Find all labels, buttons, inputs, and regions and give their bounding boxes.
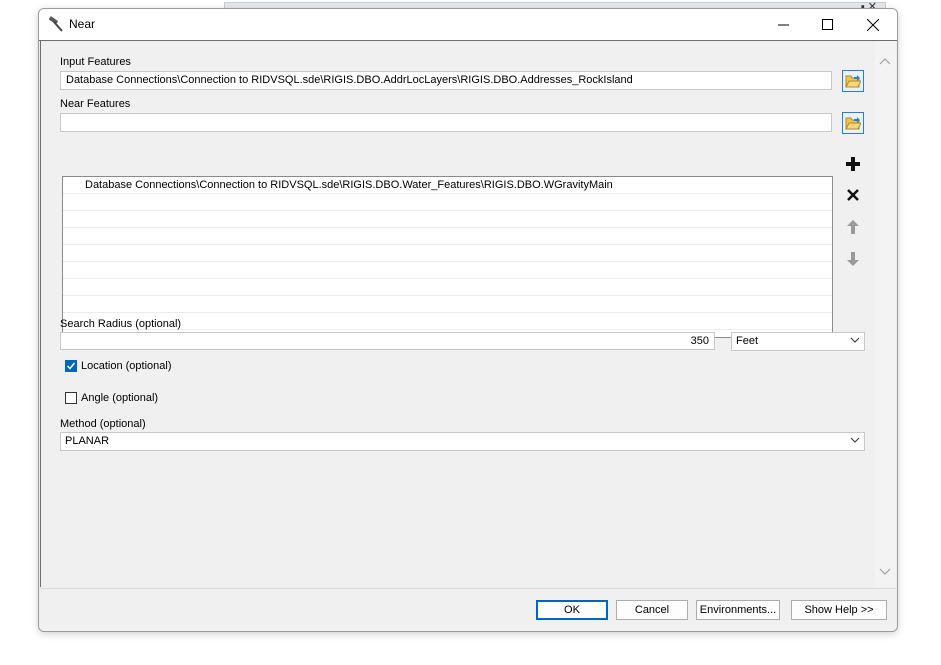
near-features-list[interactable]: Database Connections\Connection to RIDVS… xyxy=(62,176,833,338)
scroll-up-icon xyxy=(879,58,891,65)
hammer-icon xyxy=(47,15,65,33)
input-features-browse-button[interactable] xyxy=(842,70,864,92)
list-item[interactable]: Database Connections\Connection to RIDVS… xyxy=(63,177,832,194)
x-icon xyxy=(847,189,859,201)
arrow-up-icon xyxy=(847,220,859,234)
checkmark-icon xyxy=(66,362,76,370)
list-item[interactable] xyxy=(63,296,832,313)
angle-checkbox[interactable] xyxy=(65,392,77,404)
plus-icon xyxy=(846,157,860,171)
close-icon xyxy=(867,18,879,31)
input-features-field[interactable]: Database Connections\Connection to RIDVS… xyxy=(60,71,832,90)
window-title: Near xyxy=(69,17,96,31)
title-bar: Near xyxy=(39,9,897,41)
method-label: Method (optional) xyxy=(60,418,146,430)
location-label: Location (optional) xyxy=(81,360,172,372)
show-help-button[interactable]: Show Help >> xyxy=(791,600,887,620)
chevron-down-icon xyxy=(850,337,860,343)
method-select[interactable]: PLANAR xyxy=(60,432,865,451)
list-item[interactable] xyxy=(63,194,832,211)
search-radius-label: Search Radius (optional) xyxy=(60,318,182,330)
move-up-button[interactable] xyxy=(842,216,864,238)
list-item[interactable] xyxy=(63,211,832,228)
environments-button[interactable]: Environments... xyxy=(696,600,780,620)
dialog-footer: OK Cancel Environments... Show Help >> xyxy=(40,588,896,631)
maximize-button[interactable] xyxy=(805,9,849,40)
list-item[interactable] xyxy=(63,245,832,262)
method-value: PLANAR xyxy=(65,435,110,447)
minimize-button[interactable] xyxy=(761,9,805,40)
vertical-scrollbar[interactable] xyxy=(875,41,896,587)
remove-item-button[interactable] xyxy=(842,184,864,206)
list-item[interactable] xyxy=(63,279,832,296)
list-item[interactable] xyxy=(63,228,832,245)
chevron-down-icon xyxy=(850,437,860,443)
list-item[interactable] xyxy=(63,262,832,279)
arrow-down-icon xyxy=(847,252,859,266)
ok-button[interactable]: OK xyxy=(536,600,608,620)
add-item-button[interactable] xyxy=(842,153,864,175)
minimize-icon xyxy=(777,24,789,26)
search-radius-unit-select[interactable]: Feet xyxy=(731,332,865,351)
near-features-label: Near Features xyxy=(60,98,131,110)
tool-parameters-panel: Input Features Database Connections\Conn… xyxy=(40,41,876,587)
input-features-label: Input Features xyxy=(60,56,131,68)
maximize-icon xyxy=(821,19,833,30)
near-features-field[interactable] xyxy=(60,113,832,132)
folder-open-icon xyxy=(845,75,861,88)
folder-open-icon xyxy=(845,117,861,130)
near-dialog: Near Input Features Database Connections… xyxy=(38,8,898,632)
cancel-button[interactable]: Cancel xyxy=(616,600,688,620)
near-features-browse-button[interactable] xyxy=(842,112,864,134)
angle-label: Angle (optional) xyxy=(81,392,159,404)
close-button[interactable] xyxy=(851,9,895,40)
search-radius-unit-value: Feet xyxy=(736,335,759,347)
move-down-button[interactable] xyxy=(842,248,864,270)
location-checkbox[interactable] xyxy=(65,360,77,372)
search-radius-input[interactable]: 350 xyxy=(60,332,715,350)
scroll-down-icon xyxy=(879,568,891,575)
